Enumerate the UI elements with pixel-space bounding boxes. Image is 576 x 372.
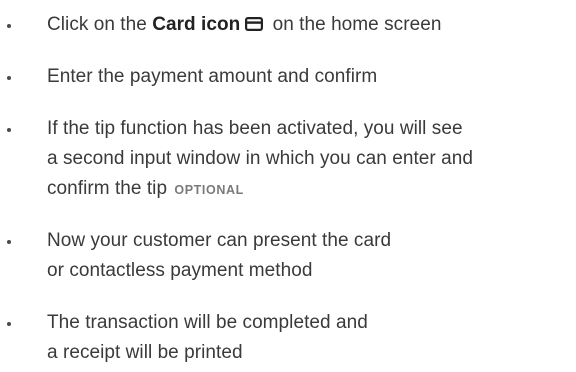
step-text: Click on the Card icon on the home scree…: [47, 14, 442, 35]
card-icon-label: Card icon: [152, 14, 241, 35]
step-text: The transaction will be completed and a …: [47, 312, 368, 363]
bullet-point: [7, 76, 11, 80]
bullet-point: [7, 128, 11, 132]
step-text: Enter the payment amount and confirm: [47, 66, 378, 87]
card-icon: [245, 17, 264, 31]
optional-badge: OPTIONAL: [174, 183, 244, 197]
step-text: Now your customer can present the card o…: [47, 230, 392, 281]
bullet-point: [7, 322, 11, 326]
bullet-point: [7, 240, 11, 244]
bullet-point: [7, 24, 11, 28]
step-text: If the tip function has been activated, …: [47, 118, 473, 199]
